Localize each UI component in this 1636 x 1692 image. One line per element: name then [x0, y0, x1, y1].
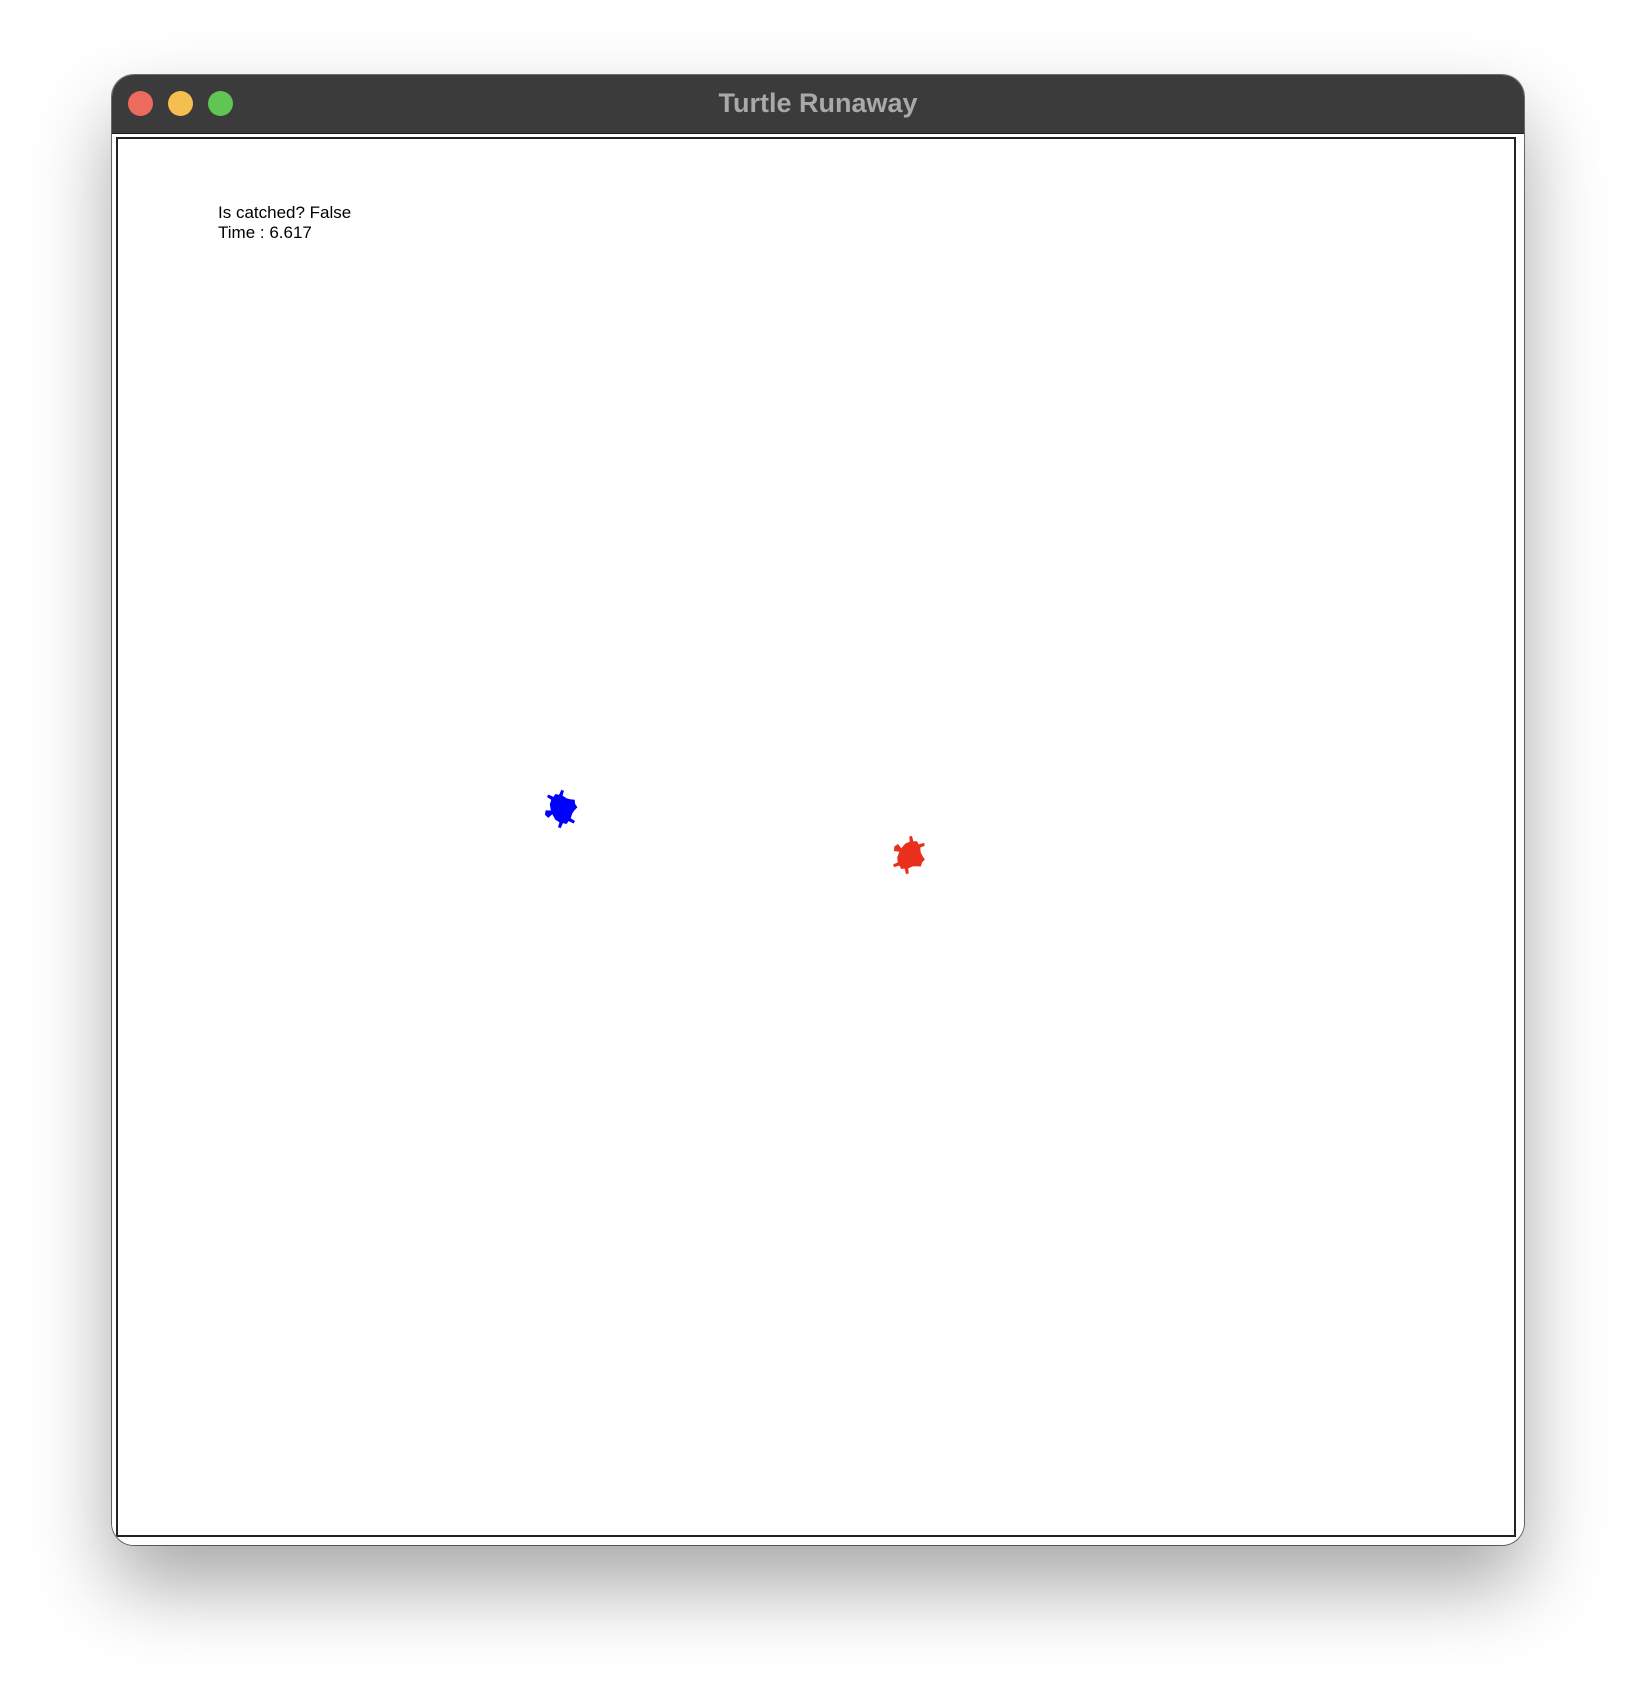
window-title: Turtle Runaway — [718, 88, 918, 118]
caught-status-line: Is catched? False — [218, 203, 352, 222]
app-window: Turtle Runaway Is catched? False Time : … — [112, 75, 1524, 1545]
window-content: Is catched? False Time : 6.617 — [112, 134, 1524, 1545]
turtle-shape — [893, 835, 925, 875]
runner-turtle-icon — [545, 789, 578, 829]
chaser-turtle-icon — [893, 835, 925, 875]
title-bar[interactable]: Turtle Runaway — [112, 75, 1524, 134]
turtle-canvas[interactable]: Is catched? False Time : 6.617 — [116, 137, 1516, 1537]
status-text: Is catched? False Time : 6.617 — [218, 203, 351, 243]
time-line: Time : 6.617 — [218, 223, 312, 242]
turtle-shape — [545, 789, 578, 829]
